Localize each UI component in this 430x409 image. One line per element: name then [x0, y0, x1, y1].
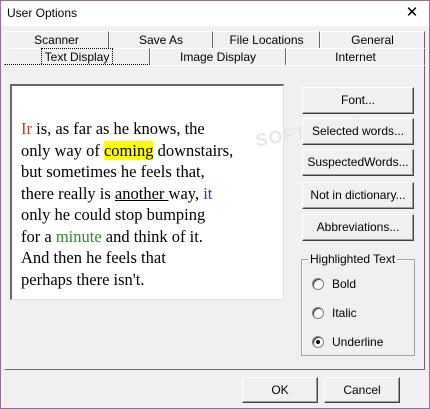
- ok-button[interactable]: OK: [242, 377, 318, 403]
- preview-run: only way of: [21, 140, 104, 160]
- preview-line: And then he feels that: [21, 247, 233, 269]
- preview-run: and think of it.: [101, 226, 203, 246]
- preview-ul-run: another: [114, 183, 169, 203]
- preview-run: downstairs,: [153, 140, 234, 160]
- highlighted-text-group: Highlighted Text Bold Italic Underline: [301, 252, 415, 356]
- preview-line: only way of coming downstairs,: [21, 140, 233, 162]
- tab-label: Internet: [335, 50, 376, 64]
- not-in-dictionary-button[interactable]: Not in dictionary...: [302, 182, 414, 209]
- abbreviations-button[interactable]: Abbreviations...: [302, 214, 414, 241]
- preview-hl-run: coming: [103, 140, 154, 160]
- font-button[interactable]: Font...: [302, 87, 414, 114]
- title-bar: User Options ✕: [1, 1, 429, 26]
- radio-button[interactable]: [312, 336, 324, 348]
- preview-line: Ir is, as far as he knows, the: [21, 118, 233, 140]
- radio-label: Underline: [332, 335, 384, 349]
- tab-row-front: Text Display Image Display Internet: [4, 48, 425, 66]
- abbreviations-button-label: Abbreviations...: [316, 220, 400, 234]
- tab-general[interactable]: General: [320, 31, 425, 48]
- cancel-button[interactable]: Cancel: [324, 377, 400, 403]
- tab-row-back: Scanner Save As File Locations General: [4, 31, 425, 48]
- preview-text: Ir is, as far as he knows, the only way o…: [21, 118, 233, 290]
- font-button-label: Font...: [340, 93, 375, 107]
- preview-line: but sometimes he feels that,: [21, 161, 233, 183]
- tab-text-display[interactable]: Text Display: [4, 48, 150, 66]
- cancel-button-label: Cancel: [343, 383, 381, 397]
- user-options-dialog: User Options ✕ Scanner Save As File Loca…: [0, 0, 430, 409]
- preview-run: way,: [168, 183, 204, 203]
- preview-blue-run: it: [203, 183, 213, 203]
- tab-label: File Locations: [229, 33, 304, 47]
- tab-image-display[interactable]: Image Display: [150, 48, 286, 65]
- preview-green-run: minute: [55, 226, 102, 246]
- tab-save-as[interactable]: Save As: [109, 31, 213, 48]
- suspected-words-button-label: SuspectedWords...: [307, 155, 409, 169]
- radio-label: Italic: [332, 306, 357, 320]
- tab-label: Text Display: [40, 48, 114, 66]
- preview-run: for a: [21, 226, 56, 246]
- radio-selected-dot: [316, 340, 320, 344]
- preview-run: And then he feels that: [21, 248, 166, 267]
- suspected-words-button[interactable]: SuspectedWords...: [302, 149, 414, 176]
- preview-run: but sometimes he feels that,: [21, 162, 205, 181]
- window-title: User Options: [7, 6, 78, 20]
- tab-file-locations[interactable]: File Locations: [213, 31, 320, 48]
- tab-internet[interactable]: Internet: [286, 48, 425, 65]
- tab-label: General: [351, 33, 394, 47]
- selected-words-button-label: Selected words...: [311, 124, 405, 138]
- radio-button[interactable]: [312, 307, 324, 319]
- group-label: Highlighted Text: [308, 252, 398, 266]
- preview-line: there really is another way, it: [21, 183, 233, 205]
- text-preview: Ir is, as far as he knows, the only way o…: [10, 84, 284, 300]
- radio-label: Bold: [332, 277, 357, 291]
- preview-line: perhaps there isn't.: [21, 269, 233, 291]
- tab-label: Save As: [138, 33, 184, 47]
- preview-run: there really is: [21, 183, 115, 203]
- not-in-dictionary-button-label: Not in dictionary...: [310, 188, 406, 202]
- preview-line: only he could stop bumping: [21, 204, 233, 226]
- ok-button-label: OK: [271, 383, 289, 397]
- tab-scanner[interactable]: Scanner: [4, 31, 109, 48]
- preview-line: for a minute and think of it.: [21, 226, 233, 248]
- preview-run: is, as far as he knows, the: [32, 119, 205, 138]
- tab-label: Scanner: [34, 33, 79, 47]
- preview-run: only he could stop bumping: [21, 205, 206, 224]
- preview-red-run: Ir: [21, 119, 32, 138]
- preview-run: perhaps there isn't.: [21, 269, 145, 289]
- selected-words-button[interactable]: Selected words...: [302, 118, 414, 145]
- radio-button[interactable]: [312, 278, 324, 290]
- tab-label: Image Display: [179, 50, 257, 64]
- close-icon[interactable]: ✕: [399, 2, 425, 24]
